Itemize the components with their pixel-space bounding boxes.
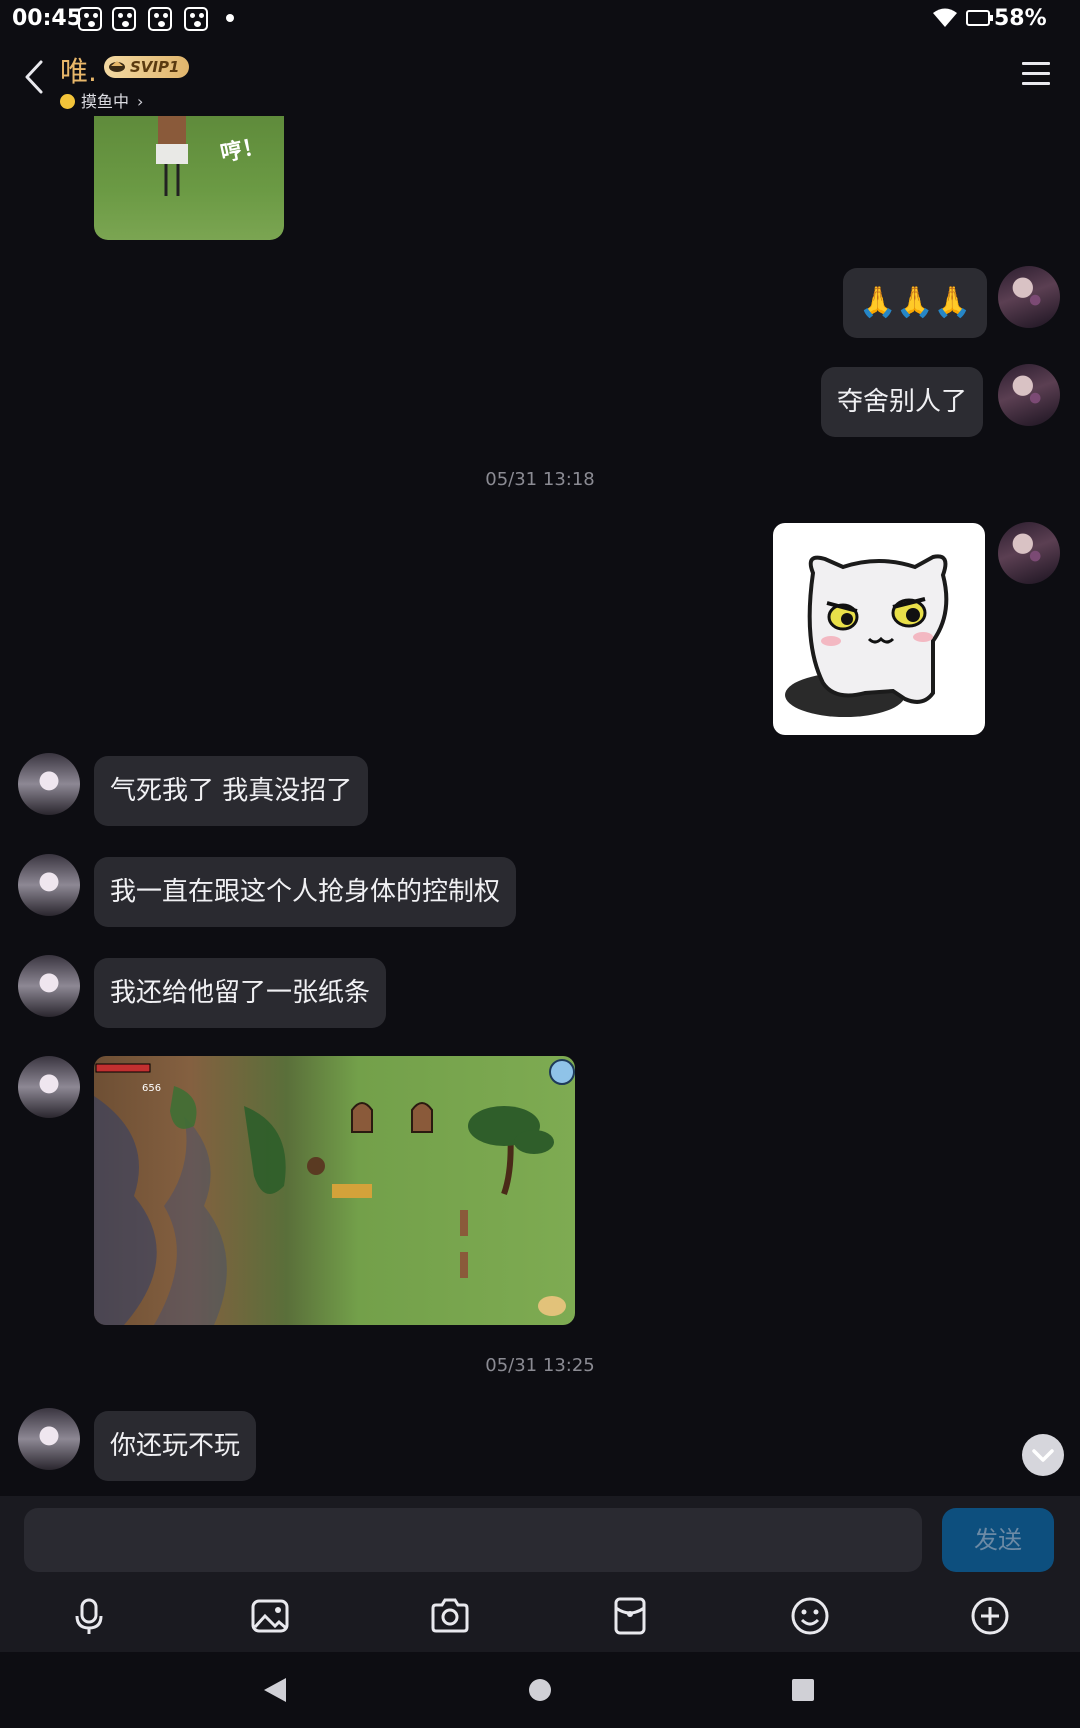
my-avatar[interactable] — [998, 266, 1060, 328]
contact-avatar[interactable] — [18, 1408, 80, 1470]
send-button[interactable]: 发送 — [942, 1508, 1054, 1572]
message-input[interactable] — [24, 1508, 922, 1572]
game-screenshot-image: 656 — [94, 1059, 575, 1325]
nav-recents-icon[interactable] — [763, 1652, 843, 1728]
wifi-icon — [933, 8, 957, 27]
microphone-icon[interactable] — [67, 1594, 111, 1638]
back-button[interactable] — [16, 54, 56, 100]
emoji-icon[interactable] — [788, 1594, 832, 1638]
my-avatar[interactable] — [998, 522, 1060, 584]
more-notifications-dot-icon — [226, 14, 234, 22]
message-input-bar: 发送 — [0, 1496, 1080, 1580]
system-navigation-bar — [0, 1652, 1080, 1728]
battery-percent: 58% — [994, 6, 1047, 31]
message-timestamp: 05/31 13:25 — [485, 1355, 595, 1376]
fishing-emoji-icon — [60, 94, 75, 109]
paw-notification-icon — [112, 7, 136, 31]
red-packet-icon[interactable] — [608, 1594, 652, 1638]
my-avatar[interactable] — [998, 364, 1060, 426]
scroll-to-bottom-button[interactable] — [1022, 1434, 1064, 1476]
contact-avatar[interactable] — [18, 955, 80, 1017]
message-bubble-received[interactable]: 我还给他留了一张纸条 — [94, 958, 387, 1028]
status-time: 00:45 — [12, 6, 83, 31]
contact-status[interactable]: 摸鱼中 › — [60, 88, 144, 111]
chat-message-list[interactable]: 哼！ 🙏🙏🙏 夺舍别人了 05/31 13:18 气死我了 我真没招了 我一直在… — [0, 116, 1080, 1496]
sticker-message[interactable] — [773, 523, 985, 735]
menu-button[interactable] — [1022, 62, 1050, 86]
image-message[interactable]: 哼！ — [94, 116, 284, 240]
plus-icon[interactable] — [968, 1594, 1012, 1638]
image-caption-text: 哼！ — [218, 133, 267, 168]
game-screenshot-message[interactable]: 656 — [94, 1056, 575, 1325]
nav-home-icon[interactable] — [500, 1652, 580, 1728]
svip-badge: SVIP1 — [104, 56, 190, 78]
contact-avatar[interactable] — [18, 854, 80, 916]
message-bubble-received[interactable]: 气死我了 我真没招了 — [94, 756, 369, 826]
image-icon[interactable] — [248, 1594, 292, 1638]
chevron-down-icon — [1032, 1449, 1054, 1462]
message-bubble-received[interactable]: 你还玩不玩 — [94, 1411, 257, 1481]
chat-header: 唯. SVIP1 摸鱼中 › — [0, 40, 1080, 116]
camera-icon[interactable] — [428, 1594, 472, 1638]
contact-avatar[interactable] — [18, 753, 80, 815]
message-timestamp: 05/31 13:18 — [485, 469, 595, 490]
cartoon-figure-image — [156, 116, 188, 196]
chevron-right-icon: › — [137, 92, 144, 111]
contact-avatar[interactable] — [18, 1056, 80, 1118]
nav-back-icon[interactable] — [234, 1652, 314, 1728]
svip-label: SVIP1 — [130, 58, 180, 76]
paw-notification-icon — [184, 7, 208, 31]
status-bar: 00:45 58% — [0, 0, 1080, 40]
paw-notification-icon — [148, 7, 172, 31]
game-score: 656 — [142, 1083, 161, 1094]
svip-crown-icon — [109, 61, 125, 72]
message-bubble-sent[interactable]: 夺舍别人了 — [821, 367, 984, 437]
paw-notification-icon — [78, 7, 102, 31]
message-bubble-sent[interactable]: 🙏🙏🙏 — [843, 268, 988, 338]
contact-name[interactable]: 唯. — [60, 50, 97, 90]
cat-sticker-image — [785, 554, 949, 717]
battery-icon — [966, 10, 993, 26]
contact-status-text: 摸鱼中 — [81, 92, 130, 111]
message-bubble-received[interactable]: 我一直在跟这个人抢身体的控制权 — [94, 857, 517, 927]
chat-toolbar — [0, 1580, 1080, 1652]
